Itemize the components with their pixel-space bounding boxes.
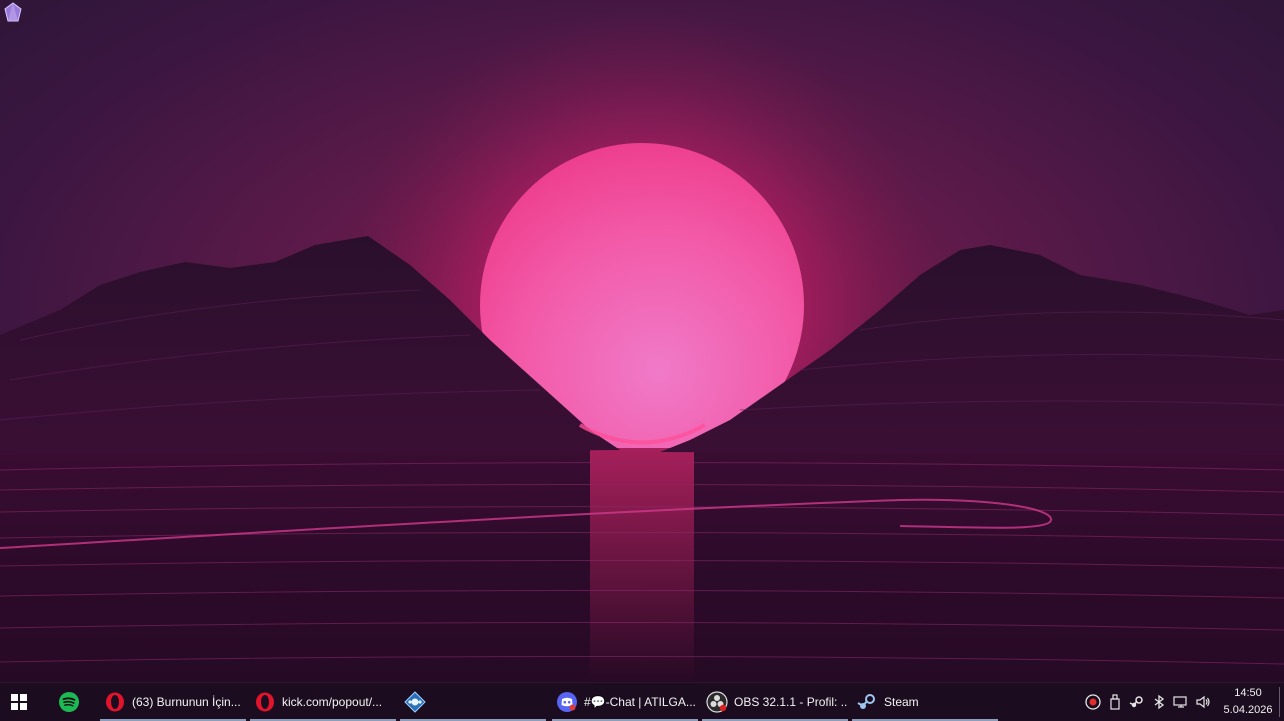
diamond-app-icon xyxy=(404,691,426,713)
taskbar-opera-1[interactable]: (63) Burnunun İçin... xyxy=(100,683,246,721)
wallpaper-synthwave-sunset xyxy=(0,0,1284,682)
taskbar-opera-2[interactable]: kick.com/popout/... xyxy=(250,683,396,721)
volume-tray-icon[interactable] xyxy=(1194,693,1212,711)
taskbar-discord[interactable]: #💬-Chat | ATILGA... xyxy=(552,683,698,721)
taskbar-app-label: (63) Burnunun İçin... xyxy=(132,695,241,709)
taskbar-steam[interactable]: Steam xyxy=(852,683,998,721)
show-desktop-button[interactable] xyxy=(1279,687,1284,717)
spotify-icon xyxy=(58,691,80,713)
usb-tray-icon[interactable] xyxy=(1106,693,1124,711)
taskbar-app-label: Steam xyxy=(884,695,919,709)
steam-icon xyxy=(856,691,878,713)
taskbar-obs[interactable]: OBS 32.1.1 - Profil: ... xyxy=(702,683,848,721)
windows-logo-icon xyxy=(8,691,30,713)
taskbar-app-label: #💬-Chat | ATILGA... xyxy=(584,695,696,709)
clock-time: 14:50 xyxy=(1234,687,1262,699)
desktop[interactable] xyxy=(0,0,1284,682)
red-app-tray-icon[interactable] xyxy=(1084,693,1102,711)
steam-tray-icon[interactable] xyxy=(1128,693,1146,711)
taskbar-app-label: kick.com/popout/... xyxy=(282,695,383,709)
obs-icon xyxy=(706,691,728,713)
purple-gem-icon[interactable] xyxy=(2,2,24,24)
taskbar-diamond-app[interactable] xyxy=(400,683,546,721)
taskbar-clock[interactable]: 14:50 5.04.2026 xyxy=(1218,685,1278,719)
discord-icon xyxy=(556,691,578,713)
start-button[interactable] xyxy=(8,683,38,721)
opera-icon xyxy=(104,691,126,713)
taskbar: (63) Burnunun İçin... kick.com/popout/..… xyxy=(0,682,1284,721)
network-tray-icon[interactable] xyxy=(1172,693,1190,711)
taskbar-app-label: OBS 32.1.1 - Profil: ... xyxy=(734,695,848,709)
taskbar-spotify[interactable] xyxy=(58,683,84,721)
opera-icon xyxy=(254,691,276,713)
clock-date: 5.04.2026 xyxy=(1223,704,1273,716)
bluetooth-tray-icon[interactable] xyxy=(1150,693,1168,711)
